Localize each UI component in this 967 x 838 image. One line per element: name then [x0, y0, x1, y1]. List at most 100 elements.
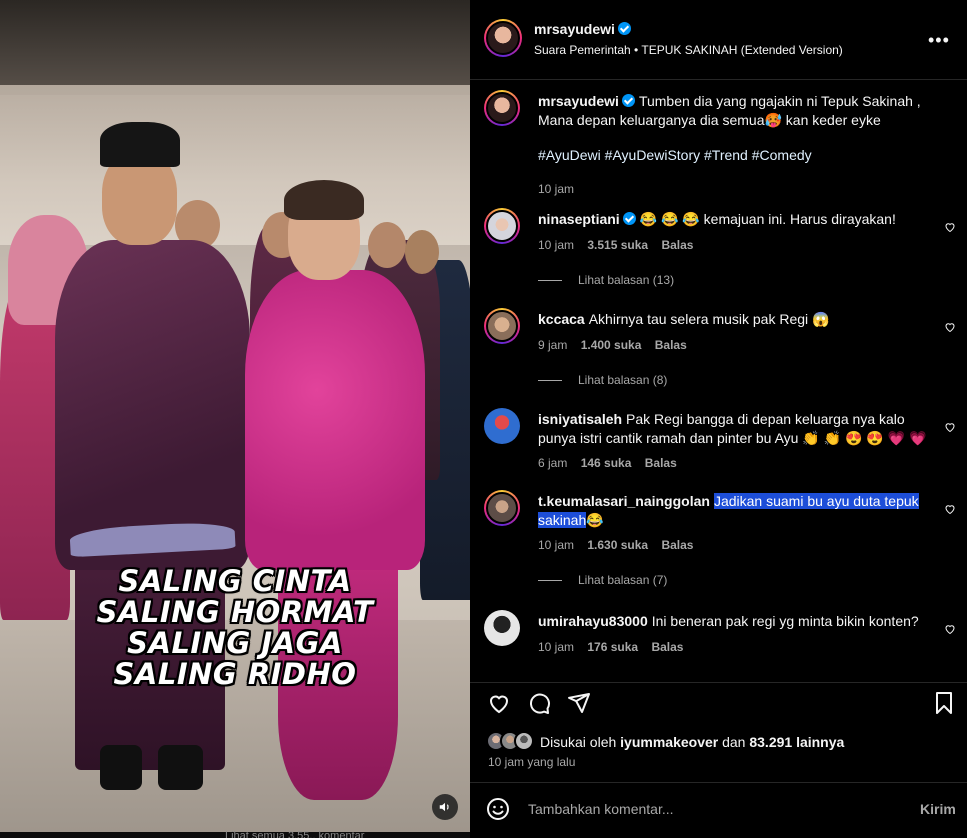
- photo-man: [158, 745, 203, 790]
- photo-man: [100, 745, 142, 790]
- verified-badge-icon: [621, 94, 635, 107]
- photo-woman: [245, 270, 425, 570]
- commenter-avatar[interactable]: [484, 308, 520, 344]
- reply-button[interactable]: Balas: [661, 538, 693, 552]
- caption-line: SALING CINTA: [118, 564, 352, 598]
- replies-divider: [538, 580, 562, 582]
- liker-avatar: [514, 731, 534, 751]
- comment-meta: 10 jam 1.630 suka Balas: [538, 538, 703, 552]
- view-replies-label[interactable]: Lihat balasan (8): [578, 373, 667, 387]
- comment-text-block: isniyatisaleh Pak Regi bangga di depan ke…: [538, 410, 933, 448]
- view-replies-button[interactable]: Lihat balasan (7): [538, 573, 667, 587]
- view-replies-button[interactable]: Lihat balasan (8): [538, 373, 667, 387]
- photo-man: [100, 122, 180, 167]
- photo-person: [405, 230, 439, 274]
- like-comment-heart-icon[interactable]: [944, 321, 956, 333]
- comment-text: 😂: [586, 512, 604, 528]
- post-media[interactable]: SALING CINTA SALING HORMAT SALING JAGA S…: [0, 0, 470, 838]
- liked-by-prefix: Disukai oleh: [540, 734, 621, 750]
- photo-woman: [284, 180, 364, 220]
- comment-meta: 9 jam 1.400 suka Balas: [538, 338, 697, 352]
- comment-text-block: kccaca Akhirnya tau selera musik pak Regi…: [538, 310, 938, 329]
- emoji-icon[interactable]: [486, 797, 510, 821]
- share-send-icon[interactable]: [567, 691, 591, 715]
- comment-username[interactable]: t.keumalasari_nainggolan: [538, 493, 710, 509]
- comment-time: 6 jam: [538, 456, 568, 470]
- like-comment-heart-icon[interactable]: [944, 221, 956, 233]
- comment-likes[interactable]: 176 suka: [587, 640, 638, 654]
- liked-by-text[interactable]: Disukai oleh iyummakeover dan 83.291 lai…: [540, 734, 900, 750]
- post-actions: Disukai oleh iyummakeover dan 83.291 lai…: [470, 682, 967, 792]
- author-avatar[interactable]: [484, 90, 520, 126]
- photo-person: [368, 222, 406, 268]
- comment-time: 10 jam: [538, 640, 575, 654]
- like-heart-icon[interactable]: [487, 691, 511, 715]
- caption-text-block: mrsayudewi Tumben dia yang ngajakin ni Te…: [538, 92, 938, 130]
- comments-list[interactable]: mrsayudewi Tumben dia yang ngajakin ni Te…: [470, 80, 967, 682]
- comment-text-block: t.keumalasari_nainggolan Jadikan suami bu…: [538, 492, 938, 530]
- commenter-avatar[interactable]: [484, 208, 520, 244]
- comment-text: Ini beneran pak regi yg minta bikin kont…: [651, 613, 919, 629]
- photo-man: [55, 240, 250, 570]
- comment-likes[interactable]: 1.630 suka: [587, 538, 648, 552]
- comment-text: 😂 😂 😂 kemajuan ini. Harus dirayakan!: [639, 211, 896, 227]
- liked-by-user[interactable]: iyummakeover: [620, 734, 718, 750]
- view-all-comments-peek: Lihat semua 3.55.. komentar: [225, 830, 365, 838]
- caption-line: SALING JAGA: [127, 626, 343, 660]
- view-replies-label[interactable]: Lihat balasan (13): [578, 273, 674, 287]
- comment-text: Akhirnya tau selera musik pak Regi 😱: [588, 311, 830, 327]
- comment-meta: 10 jam 3.515 suka Balas: [538, 238, 703, 252]
- comment-time: 10 jam: [538, 538, 575, 552]
- comment-username[interactable]: isniyatisaleh: [538, 411, 622, 427]
- view-replies-button[interactable]: Lihat balasan (13): [538, 273, 674, 287]
- save-bookmark-icon[interactable]: [932, 691, 956, 715]
- liked-by-middle: dan: [718, 734, 750, 750]
- author-avatar[interactable]: [484, 19, 522, 57]
- reply-button[interactable]: Balas: [651, 640, 683, 654]
- verified-badge-icon: [617, 22, 631, 35]
- comment-time: 9 jam: [538, 338, 568, 352]
- sound-toggle-button[interactable]: [432, 794, 458, 820]
- like-comment-heart-icon[interactable]: [944, 421, 956, 433]
- more-options-icon[interactable]: •••: [928, 30, 950, 51]
- view-replies-label[interactable]: Lihat balasan (7): [578, 573, 667, 587]
- caption-username[interactable]: mrsayudewi: [538, 93, 619, 109]
- verified-badge-icon: [622, 212, 636, 225]
- caption-meta: 10 jam: [538, 182, 584, 196]
- reply-button[interactable]: Balas: [655, 338, 687, 352]
- commenter-avatar[interactable]: [484, 408, 520, 444]
- commenter-avatar[interactable]: [484, 490, 520, 526]
- post-photo: [0, 0, 470, 832]
- author-username[interactable]: mrsayudewi: [534, 21, 631, 37]
- caption-hashtags[interactable]: #AyuDewi #AyuDewiStory #Trend #Comedy: [538, 146, 938, 165]
- video-caption-overlay: SALING CINTA SALING HORMAT SALING JAGA S…: [0, 566, 470, 690]
- comment-text-block: umirahayu83000 Ini beneran pak regi yg mi…: [538, 612, 938, 631]
- commenter-avatar[interactable]: [484, 610, 520, 646]
- audio-label[interactable]: Suara Pemerintah • TEPUK SAKINAH (Extend…: [534, 43, 843, 57]
- reply-button[interactable]: Balas: [645, 456, 677, 470]
- author-username-text[interactable]: mrsayudewi: [534, 21, 615, 37]
- speaker-icon: [439, 802, 449, 812]
- like-comment-heart-icon[interactable]: [944, 503, 956, 515]
- post-comment-button[interactable]: Kirim: [920, 801, 956, 817]
- reply-button[interactable]: Balas: [661, 238, 693, 252]
- photo-wall: [0, 85, 470, 245]
- like-comment-heart-icon[interactable]: [944, 623, 956, 635]
- comment-username[interactable]: ninaseptiani: [538, 211, 620, 227]
- caption-time: 10 jam: [538, 182, 575, 196]
- comment-time: 10 jam: [538, 238, 575, 252]
- comment-username[interactable]: umirahayu83000: [538, 613, 648, 629]
- comment-meta: 6 jam 146 suka Balas: [538, 456, 687, 470]
- comment-likes[interactable]: 3.515 suka: [587, 238, 648, 252]
- comment-likes[interactable]: 1.400 suka: [581, 338, 642, 352]
- comment-text-block: ninaseptiani 😂 😂 😂 kemajuan ini. Harus di…: [538, 210, 938, 229]
- add-comment-input[interactable]: Tambahkan komentar...: [528, 801, 674, 817]
- likes-count[interactable]: 83.291 lainnya: [749, 734, 844, 750]
- comment-icon[interactable]: [527, 691, 551, 715]
- replies-divider: [538, 380, 562, 382]
- comment-likes[interactable]: 146 suka: [581, 456, 632, 470]
- photo-ceiling: [0, 0, 470, 95]
- replies-divider: [538, 280, 562, 282]
- comment-composer: Tambahkan komentar... Kirim: [470, 782, 967, 838]
- comment-username[interactable]: kccaca: [538, 311, 585, 327]
